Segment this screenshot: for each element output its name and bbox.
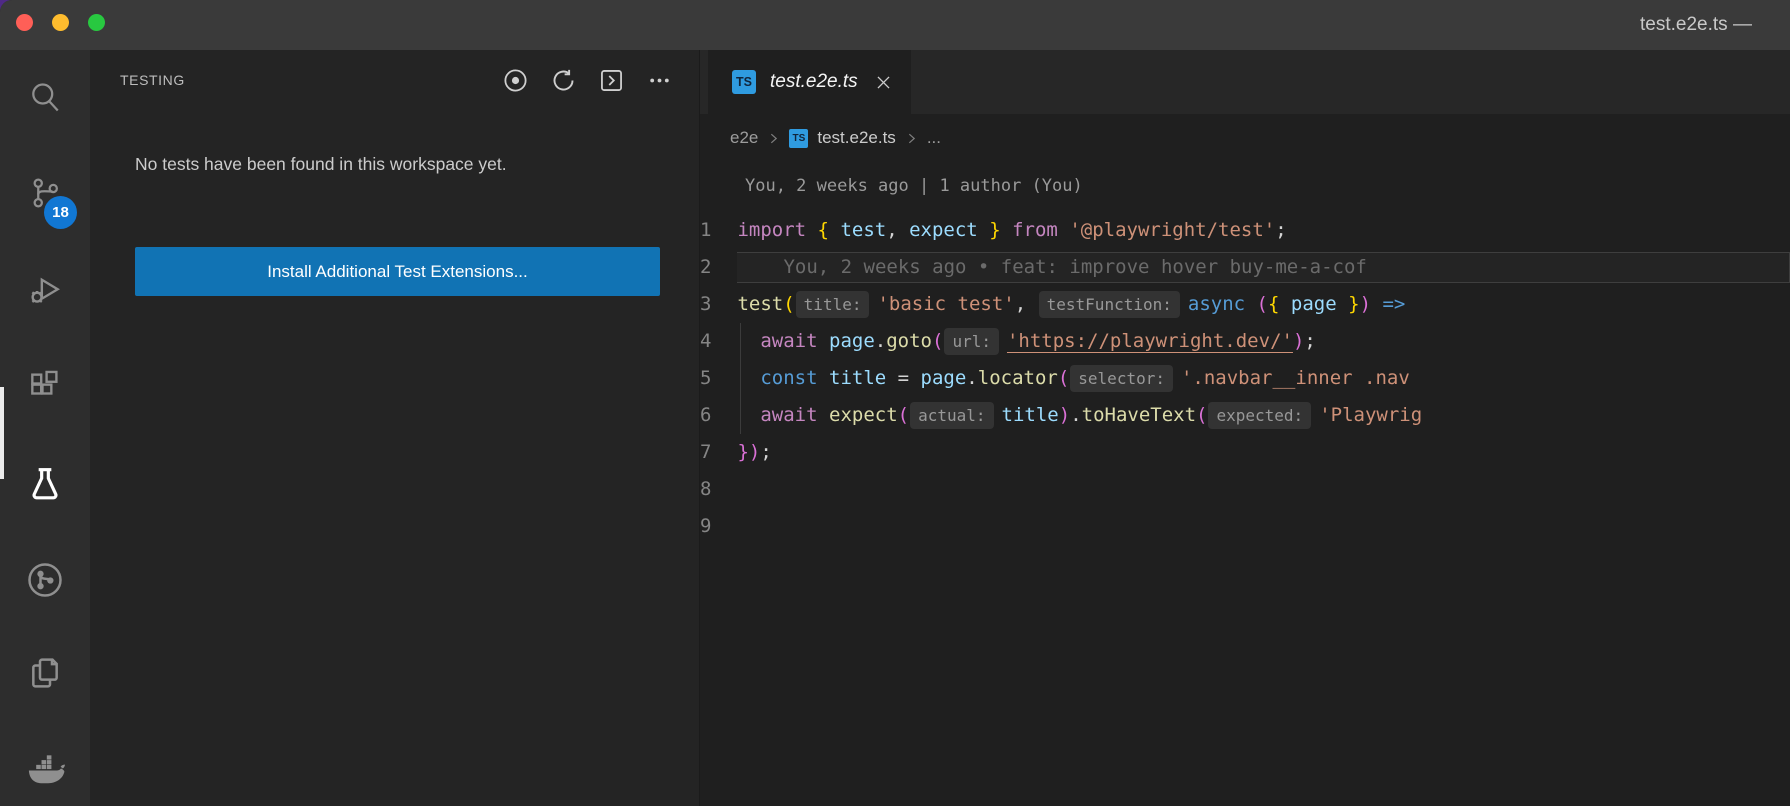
empty-state-message: No tests have been found in this workspa…	[135, 154, 507, 174]
vscode-window: test.e2e.ts — 18 TESTING No tests have b…	[0, 0, 1790, 806]
line-number[interactable]: 3	[700, 286, 737, 323]
line-number[interactable]: 8	[700, 471, 737, 508]
line-number[interactable]: 1	[700, 212, 737, 249]
panel-header: TESTING	[90, 50, 699, 110]
line-number[interactable]: 6	[700, 397, 737, 434]
zoom-window-button[interactable]	[88, 14, 105, 31]
tab-strip: TS test.e2e.ts	[700, 50, 1790, 114]
typescript-file-icon: TS	[789, 128, 809, 148]
inlay-hint: selector:	[1070, 365, 1173, 392]
line-number[interactable]: 5	[700, 360, 737, 397]
close-window-button[interactable]	[16, 14, 33, 31]
code-line[interactable]: 3 test(title:'basic test', testFunction: a…	[700, 286, 1790, 323]
testing-flask-icon[interactable]	[0, 447, 90, 519]
code-line[interactable]: 2 You, 2 weeks ago • feat: improve hover …	[700, 249, 1790, 286]
target-icon[interactable]	[502, 67, 529, 94]
code-line[interactable]: 5 const title = page. locator(selector: '.…	[700, 360, 1790, 397]
chevron-right-box-icon[interactable]	[598, 67, 625, 94]
line-number[interactable]: 2	[700, 249, 737, 286]
code-line[interactable]: 1 import { test, expect } from '@playwrig…	[700, 212, 1790, 249]
chevron-right-icon	[767, 132, 780, 145]
title-bar: test.e2e.ts —	[0, 0, 1790, 50]
breadcrumb-folder[interactable]: e2e	[730, 128, 758, 148]
refresh-icon[interactable]	[550, 67, 577, 94]
window-title: test.e2e.ts —	[1640, 14, 1752, 35]
code-line[interactable]: 7});	[700, 434, 1790, 471]
more-actions-icon[interactable]	[646, 67, 673, 94]
inlay-hint: actual:	[910, 402, 994, 429]
breadcrumb-file[interactable]: test.e2e.ts	[817, 128, 895, 148]
gitlens-icon[interactable]	[0, 544, 90, 616]
activity-bar: 18	[0, 50, 90, 806]
copy-pages-icon[interactable]	[0, 637, 90, 709]
inlay-hint: expected:	[1208, 402, 1312, 429]
close-tab-icon[interactable]	[874, 73, 893, 92]
breadcrumb: e2e TS test.e2e.ts ...	[700, 114, 1790, 162]
code-line[interactable]: 8	[700, 471, 1790, 508]
chevron-right-icon	[905, 132, 918, 145]
git-blame-annotation: You, 2 weeks ago • feat: improve hover b…	[737, 252, 1790, 283]
inlay-hint: url:	[944, 328, 999, 355]
search-icon[interactable]	[0, 61, 90, 133]
tab-label: test.e2e.ts	[770, 71, 858, 92]
sidebar-testing-panel: TESTING No tests have been found in this…	[90, 50, 700, 806]
editor-group: TS test.e2e.ts e2e TS test.e2e.ts ... Yo…	[700, 50, 1790, 806]
line-number[interactable]: 7	[700, 434, 737, 471]
inlay-hint: title:	[795, 291, 870, 318]
minimize-window-button[interactable]	[52, 14, 69, 31]
code-editor[interactable]: You, 2 weeks ago | 1 author (You) 1 impor…	[700, 162, 1790, 806]
install-test-extensions-button[interactable]: Install Additional Test Extensions...	[135, 247, 660, 296]
typescript-file-icon: TS	[732, 70, 756, 94]
code-line[interactable]: 9	[700, 508, 1790, 545]
breadcrumb-more[interactable]: ...	[927, 128, 941, 148]
git-codelens[interactable]: You, 2 weeks ago | 1 author (You)	[700, 162, 1790, 212]
extensions-icon[interactable]	[0, 351, 90, 423]
panel-title: TESTING	[120, 72, 185, 88]
code-line[interactable]: 4 await page. goto(url:'https://playwrigh…	[700, 323, 1790, 360]
inlay-hint: testFunction:	[1038, 291, 1180, 318]
line-number[interactable]: 9	[700, 508, 737, 545]
tab-test-e2e-ts[interactable]: TS test.e2e.ts	[708, 50, 911, 114]
run-debug-icon[interactable]	[0, 254, 90, 326]
code-lines: 1 import { test, expect } from '@playwrig…	[700, 212, 1790, 545]
panel-actions	[502, 67, 673, 94]
docker-whale-icon[interactable]	[0, 734, 90, 806]
code-line[interactable]: 6 await expect(actual: title). toHaveText(…	[700, 397, 1790, 434]
line-number[interactable]: 4	[700, 323, 737, 360]
source-control-badge: 18	[44, 196, 77, 229]
